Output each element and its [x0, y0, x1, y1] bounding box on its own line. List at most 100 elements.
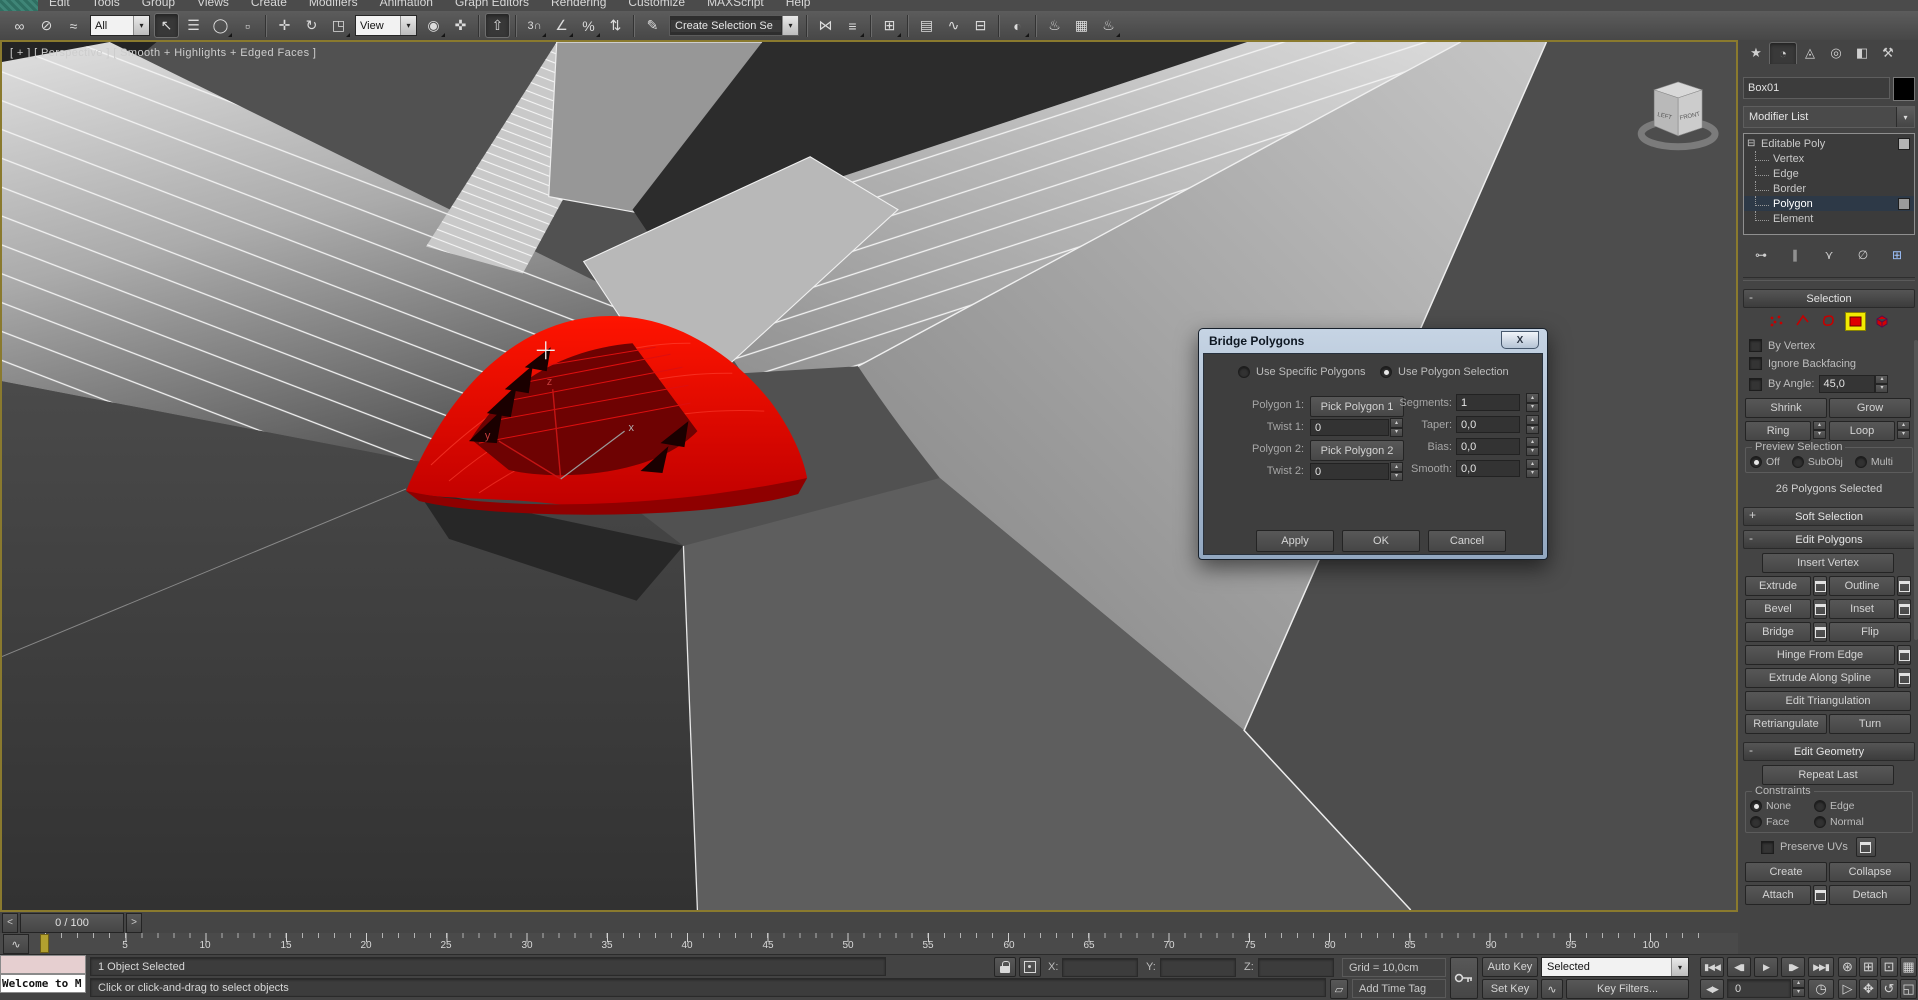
loop-spinner[interactable]: ▴ ▾ [1897, 421, 1910, 439]
zoom-extents-all-icon[interactable]: ▦ [1900, 957, 1917, 977]
time-slider-handle[interactable]: 0 / 100 [20, 912, 124, 933]
ring-button[interactable]: Ring [1745, 421, 1811, 441]
auto-key-button[interactable]: Auto Key [1482, 957, 1538, 977]
frame-spinner[interactable]: ▴ ▾ [1792, 979, 1805, 997]
maxscript-macro-recorder[interactable] [0, 955, 86, 974]
application-button[interactable] [0, 0, 38, 11]
shrink-button[interactable]: Shrink [1745, 398, 1827, 418]
segments-spinner[interactable]: ▴ ▾ [1526, 393, 1539, 412]
walk-through-icon[interactable]: ▷ [1838, 979, 1857, 999]
by-angle-checkbox[interactable] [1749, 377, 1762, 391]
absolute-offset-mode-icon[interactable] [1019, 957, 1041, 977]
key-mode-toggle-icon[interactable]: ◀▶ [1700, 979, 1724, 999]
zoom-icon[interactable]: ⊛ [1838, 957, 1857, 977]
maxscript-mini-listener[interactable]: Welcome to M [0, 974, 86, 993]
menu-create[interactable]: Create [240, 0, 298, 11]
preserve-uvs-checkbox[interactable] [1761, 840, 1774, 854]
manage-layers-icon[interactable]: ⊞ [877, 13, 902, 38]
named-selection-sets-combo[interactable]: Create Selection Se ▾ [669, 15, 799, 36]
zoom-extents-icon[interactable]: ⊡ [1880, 957, 1898, 977]
next-frame-icon[interactable]: ▮▶ [1781, 957, 1805, 977]
ignore-backfacing-checkbox[interactable] [1749, 357, 1762, 370]
create-button[interactable]: Create [1745, 862, 1827, 882]
hinge-from-edge-button[interactable]: Hinge From Edge [1745, 645, 1895, 665]
previous-frame-arrow[interactable]: < [2, 912, 18, 933]
apply-button[interactable]: Apply [1256, 530, 1334, 552]
select-object-icon[interactable]: ↖ [154, 13, 179, 38]
menu-rendering[interactable]: Rendering [540, 0, 617, 11]
insert-vertex-button[interactable]: Insert Vertex [1762, 553, 1894, 573]
chevron-down-icon[interactable]: ▾ [782, 16, 798, 35]
render-setup-icon[interactable]: ♨ [1042, 13, 1067, 38]
dialog-title[interactable]: Bridge Polygons [1199, 329, 1547, 353]
inset-button[interactable]: Inset [1829, 599, 1895, 619]
extrude-along-spline-button[interactable]: Extrude Along Spline [1745, 668, 1895, 688]
x-coordinate-field[interactable] [1062, 958, 1138, 977]
configure-modifier-sets-icon[interactable]: ⊞ [1885, 245, 1909, 265]
select-and-move-icon[interactable]: ✛ [272, 13, 297, 38]
attach-button[interactable]: Attach [1745, 885, 1811, 905]
element-mode-icon[interactable] [1873, 312, 1892, 329]
tab-modify-icon[interactable]: ◔ [1769, 42, 1797, 64]
smooth-field[interactable]: 0,0 [1456, 460, 1520, 477]
ring-spinner[interactable]: ▴ ▾ [1813, 421, 1826, 439]
material-editor-icon[interactable]: ◐ [1005, 13, 1030, 38]
edge-mode-icon[interactable] [1793, 312, 1812, 329]
cancel-button[interactable]: Cancel [1428, 530, 1506, 552]
next-frame-arrow[interactable]: > [126, 912, 142, 933]
stack-item-editable-poly[interactable]: ⊟ Editable Poly [1744, 136, 1914, 151]
menu-edit[interactable]: Edit [38, 0, 81, 11]
tab-utilities-icon[interactable]: ⚒ [1875, 42, 1901, 63]
maximize-viewport-toggle-icon[interactable]: ◱ [1900, 979, 1917, 999]
menu-help[interactable]: Help [775, 0, 822, 11]
stack-item-border[interactable]: Border [1744, 180, 1914, 196]
bias-spinner[interactable]: ▴ ▾ [1526, 437, 1539, 456]
show-end-result-icon[interactable]: ∥ [1783, 245, 1807, 265]
selection-set-combo[interactable]: Selected ▾ [1541, 957, 1689, 977]
time-configuration-icon[interactable]: ◷ [1808, 979, 1834, 999]
selection-lock-icon[interactable] [994, 957, 1016, 977]
previous-frame-icon[interactable]: ◀▮ [1727, 957, 1751, 977]
render-production-icon[interactable]: ♨ [1096, 13, 1121, 38]
menu-maxscript[interactable]: MAXScript [696, 0, 775, 11]
preview-subobj-radio[interactable] [1791, 456, 1804, 468]
menu-customize[interactable]: Customize [617, 0, 696, 11]
container-icon[interactable]: ▤ [914, 13, 939, 38]
add-time-tag[interactable]: Add Time Tag [1352, 979, 1446, 998]
stack-item-vertex[interactable]: Vertex [1744, 150, 1914, 166]
selection-filter-combo[interactable]: All ▾ [90, 15, 150, 36]
mini-curve-editor-icon[interactable]: ∿ [3, 934, 29, 954]
extrude-settings-button[interactable] [1813, 576, 1827, 596]
collapse-icon[interactable]: ⊟ [1747, 138, 1758, 149]
select-and-link-icon[interactable]: ∞ [7, 13, 32, 38]
edit-named-selection-sets-icon[interactable]: ✎ [640, 13, 665, 38]
go-to-start-icon[interactable]: ▮◀◀ [1700, 957, 1724, 977]
rollout-edit-geometry[interactable]: - Edit Geometry [1743, 742, 1915, 761]
preserve-uvs-settings-button[interactable] [1855, 837, 1876, 857]
extrude-button[interactable]: Extrude [1745, 576, 1811, 596]
rollout-edit-polygons[interactable]: - Edit Polygons [1743, 530, 1915, 549]
zoom-all-icon[interactable]: ⊞ [1859, 957, 1878, 977]
bridge-polygons-dialog[interactable]: Bridge Polygons X Use Specific Polygons … [1198, 328, 1548, 560]
attach-settings-button[interactable] [1813, 885, 1827, 905]
curve-editor-icon[interactable]: ∿ [941, 13, 966, 38]
remove-modifier-icon[interactable]: ∅ [1851, 245, 1875, 265]
snaps-toggle-icon[interactable]: 3∩ [522, 13, 547, 38]
by-vertex-checkbox[interactable] [1749, 339, 1762, 352]
taper-field[interactable]: 0,0 [1456, 416, 1520, 433]
align-icon[interactable]: ≡ [840, 13, 865, 38]
use-specific-polygons-radio[interactable] [1238, 366, 1250, 378]
menu-graph-editors[interactable]: Graph Editors [444, 0, 540, 11]
z-coordinate-field[interactable] [1258, 958, 1334, 977]
polygon-mode-icon[interactable] [1844, 312, 1866, 331]
bevel-button[interactable]: Bevel [1745, 599, 1811, 619]
set-key-button[interactable]: Set Key [1482, 979, 1538, 999]
tab-display-icon[interactable]: ◧ [1849, 42, 1875, 63]
current-frame-field[interactable]: 0 [1727, 979, 1791, 998]
edit-triangulation-button[interactable]: Edit Triangulation [1745, 691, 1911, 711]
flip-button[interactable]: Flip [1829, 622, 1911, 642]
collapse-button[interactable]: Collapse [1829, 862, 1911, 882]
rollout-soft-selection[interactable]: + Soft Selection [1743, 507, 1915, 526]
vertex-mode-icon[interactable] [1767, 312, 1786, 329]
bridge-button[interactable]: Bridge [1745, 622, 1811, 642]
